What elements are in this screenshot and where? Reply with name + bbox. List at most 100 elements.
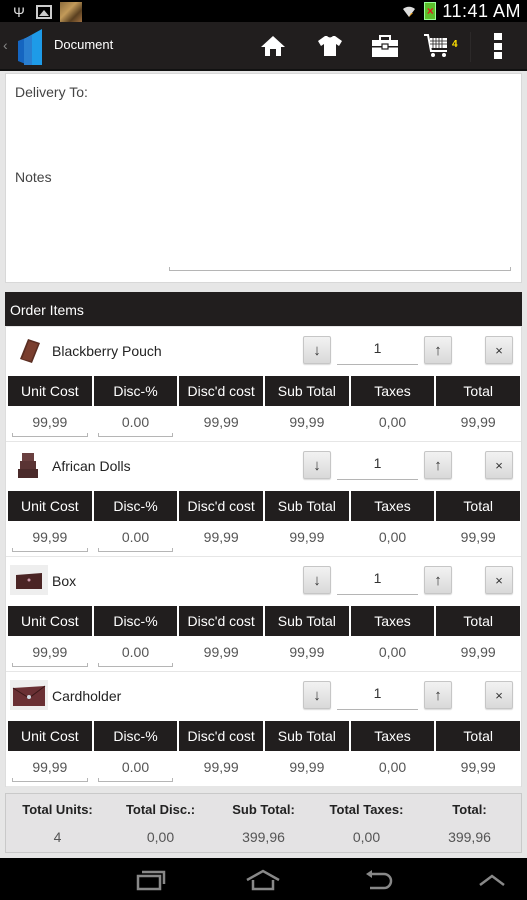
unit-cost-input[interactable]: 99,99 — [8, 407, 92, 439]
home-button[interactable] — [256, 30, 290, 62]
increase-qty-button[interactable]: ↑ — [424, 566, 452, 594]
menu-up-icon — [479, 874, 505, 886]
sub-total-value: 99,99 — [289, 759, 325, 775]
order-items-header: Order Items — [5, 292, 522, 326]
remove-item-button[interactable]: × — [485, 566, 513, 594]
back-nav-button[interactable] — [358, 866, 398, 894]
totals-label: Total Disc.: — [125, 802, 196, 817]
decrease-qty-button[interactable]: ↓ — [303, 566, 331, 594]
home-icon — [261, 36, 285, 56]
totals-column: Total: 399,96 — [418, 794, 521, 852]
total-value: 99,99 — [460, 529, 496, 545]
close-icon: × — [495, 572, 503, 588]
close-icon: × — [495, 342, 503, 358]
totals-label: Sub Total: — [232, 802, 295, 817]
disc-pct-input[interactable]: 0.00 — [94, 522, 178, 554]
increase-qty-button[interactable]: ↑ — [424, 336, 452, 364]
status-bar: Ψ 11:41 AM — [0, 0, 527, 22]
unit-cost-input[interactable]: 99,99 — [8, 637, 92, 669]
column-header: Unit Cost — [8, 721, 92, 751]
arrow-up-icon: ↑ — [434, 686, 442, 704]
column-header: Unit Cost — [8, 376, 92, 406]
usb-icon: Ψ — [13, 4, 25, 20]
item-grid-header: Unit Cost Disc-% Disc'd cost Sub Total Taxes… — [8, 491, 521, 521]
column-header: Disc'd cost — [179, 376, 264, 406]
product-thumbnail — [10, 335, 48, 365]
sub-total-value: 99,99 — [289, 414, 325, 430]
column-header: Sub Total — [265, 606, 349, 636]
remove-item-button[interactable]: × — [485, 336, 513, 364]
item-grid-values: 99,99 0.00 99,99 99,99 0,00 99,99 — [8, 522, 520, 554]
discd-cost-value: 99,99 — [203, 414, 239, 430]
decrease-qty-button[interactable]: ↓ — [303, 336, 331, 364]
column-header: Disc-% — [93, 721, 178, 751]
product-thumbnail — [10, 450, 48, 480]
back-chevron-icon[interactable]: ‹ — [3, 37, 8, 53]
products-button[interactable] — [313, 30, 347, 62]
cart-count-badge: 4 — [452, 39, 458, 50]
quantity-input[interactable]: 1 — [337, 567, 418, 595]
arrow-down-icon: ↓ — [313, 456, 321, 474]
cart-icon — [424, 34, 447, 57]
product-thumbnail — [10, 565, 48, 595]
totals-value: 0,00 — [146, 829, 175, 845]
decrease-qty-button[interactable]: ↓ — [303, 451, 331, 479]
column-header: Sub Total — [265, 376, 349, 406]
wifi-icon — [400, 2, 418, 20]
back-nav-icon — [366, 870, 393, 890]
column-header: Disc-% — [93, 491, 178, 521]
sub-total-value: 99,99 — [289, 529, 325, 545]
menu-up-button[interactable] — [472, 866, 512, 894]
taxes-value: 0,00 — [378, 414, 407, 430]
home-nav-icon — [246, 869, 280, 891]
order-item-row: African Dolls ↓ 1 ↑ × Unit Cost Disc-% Disc'd c… — [6, 442, 521, 557]
totals-column: Total Disc.: 0,00 — [109, 794, 212, 852]
sub-total-value: 99,99 — [289, 644, 325, 660]
clock: 11:41 AM — [442, 0, 521, 21]
briefcase-icon — [372, 35, 398, 57]
unit-cost-input[interactable]: 99,99 — [8, 752, 92, 784]
unit-cost-input[interactable]: 99,99 — [8, 522, 92, 554]
home-nav-button[interactable] — [243, 866, 283, 894]
delivery-to-label: Delivery To: — [15, 84, 88, 100]
remove-item-button[interactable]: × — [485, 681, 513, 709]
column-header: Disc'd cost — [179, 606, 264, 636]
disc-pct-input[interactable]: 0.00 — [94, 637, 178, 669]
item-grid-header: Unit Cost Disc-% Disc'd cost Sub Total Taxes… — [8, 376, 521, 406]
briefcase-button[interactable] — [368, 30, 402, 62]
column-header: Unit Cost — [8, 491, 92, 521]
disc-pct-input[interactable]: 0.00 — [94, 752, 178, 784]
cart-button[interactable] — [420, 30, 454, 62]
discd-cost-value: 99,99 — [203, 529, 239, 545]
quantity-input[interactable]: 1 — [337, 337, 418, 365]
disc-pct-input[interactable]: 0.00 — [94, 407, 178, 439]
totals-column: Total Taxes: 0,00 — [315, 794, 418, 852]
notes-input[interactable] — [169, 204, 511, 271]
total-value: 99,99 — [460, 644, 496, 660]
quantity-input[interactable]: 1 — [337, 452, 418, 480]
item-grid-header: Unit Cost Disc-% Disc'd cost Sub Total Taxes… — [8, 721, 521, 751]
product-thumbnail — [10, 680, 48, 710]
product-name: Box — [52, 573, 77, 589]
order-totals: Total Units: 4 Total Disc.: 0,00 Sub Total: 3… — [5, 793, 522, 853]
action-bar-divider — [470, 32, 471, 62]
decrease-qty-button[interactable]: ↓ — [303, 681, 331, 709]
increase-qty-button[interactable]: ↑ — [424, 451, 452, 479]
column-header: Taxes — [350, 606, 435, 636]
column-header: Unit Cost — [8, 606, 92, 636]
item-grid-values: 99,99 0.00 99,99 99,99 0,00 99,99 — [8, 752, 520, 784]
battery-icon — [424, 2, 437, 20]
arrow-up-icon: ↑ — [434, 341, 442, 359]
recent-apps-button[interactable] — [130, 866, 170, 894]
app-logo[interactable] — [14, 27, 46, 67]
increase-qty-button[interactable]: ↑ — [424, 681, 452, 709]
overflow-menu-icon[interactable] — [494, 33, 502, 59]
quantity-input[interactable]: 1 — [337, 682, 418, 710]
totals-column: Sub Total: 399,96 — [212, 794, 315, 852]
notes-label: Notes — [15, 169, 52, 185]
taxes-value: 0,00 — [378, 529, 407, 545]
column-header: Sub Total — [265, 491, 349, 521]
remove-item-button[interactable]: × — [485, 451, 513, 479]
column-header: Taxes — [350, 376, 435, 406]
shirt-icon — [318, 36, 342, 56]
